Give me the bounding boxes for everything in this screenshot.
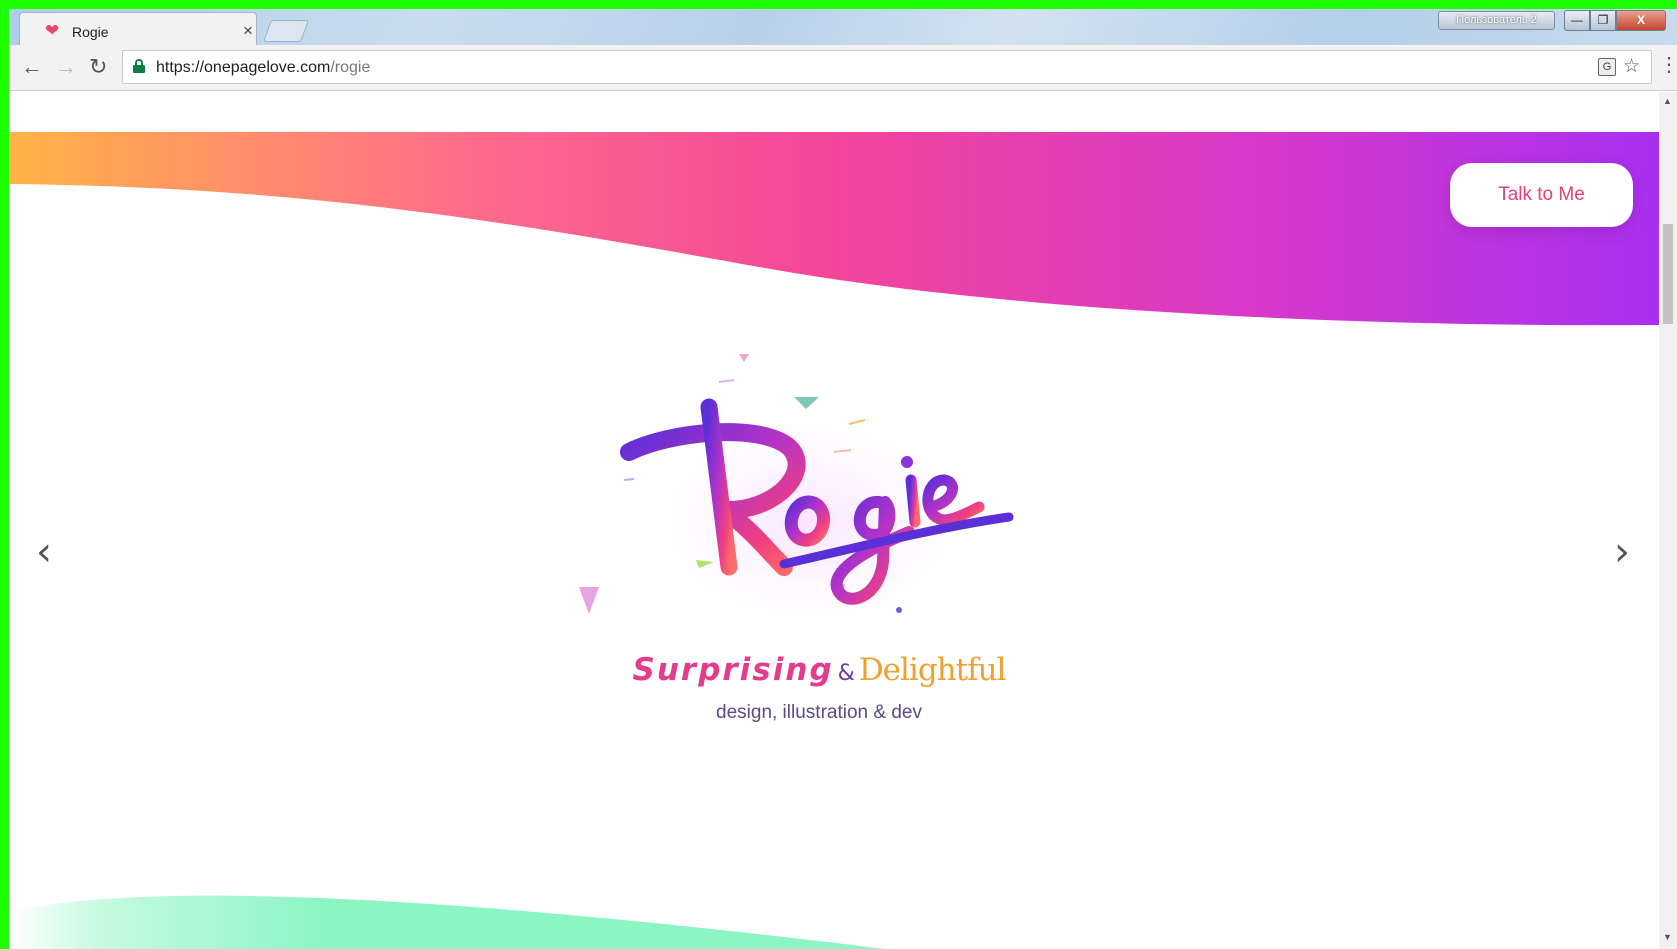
bottom-green-wave: [9, 895, 885, 949]
browser-window: ❤ Rogie × Пользователь 2 — ❐ X ← → ↻ htt…: [9, 9, 1677, 949]
tagline-ampersand: &: [837, 661, 855, 686]
reload-icon[interactable]: ↻: [89, 56, 107, 78]
scroll-up-arrow-icon[interactable]: ▲: [1663, 96, 1672, 106]
page-content: Talk to Me ‹ › Surprising & Delightful d…: [9, 92, 1659, 949]
translate-icon[interactable]: G: [1598, 58, 1616, 76]
page-scrollbar[interactable]: ▲ ▼: [1659, 92, 1677, 949]
address-bar[interactable]: https://onepagelove.com/rogie G ☆: [122, 50, 1652, 84]
lock-icon: [133, 59, 145, 73]
hero-gradient-wave: [9, 132, 1659, 326]
tab-title: Rogie: [72, 24, 109, 40]
browser-menu-icon[interactable]: ⋮: [1659, 55, 1677, 75]
rogie-logo: [579, 354, 1014, 652]
back-arrow-icon[interactable]: ←: [21, 56, 43, 78]
tagline-delightful: Delightful: [858, 652, 1007, 688]
tagline-surprising: Surprising: [632, 652, 834, 688]
url-host: https://onepagelove.com: [156, 59, 331, 76]
browser-tab[interactable]: ❤ Rogie ×: [19, 12, 257, 45]
url-text[interactable]: https://onepagelove.com/rogie: [156, 59, 370, 77]
heart-icon: ❤: [45, 21, 60, 40]
new-tab-button[interactable]: [262, 20, 310, 42]
subtitle: design, illustration & dev: [716, 702, 922, 723]
tab-close-icon[interactable]: ×: [243, 21, 253, 41]
rogie-logo-block: Surprising & Delightful design, illustrati…: [559, 352, 1079, 772]
forward-arrow-icon[interactable]: →: [55, 56, 77, 78]
title-bar: ❤ Rogie × Пользователь 2 — ❐ X: [9, 9, 1677, 45]
tagline: Surprising & Delightful: [559, 652, 1079, 688]
next-slide-arrow-icon[interactable]: ›: [1614, 532, 1630, 572]
bookmark-star-icon[interactable]: ☆: [1623, 55, 1640, 78]
profile-button[interactable]: Пользователь 2: [1438, 11, 1555, 30]
scroll-down-arrow-icon[interactable]: ▼: [1663, 932, 1672, 942]
minimize-button[interactable]: —: [1564, 10, 1590, 31]
scroll-thumb[interactable]: [1663, 224, 1673, 324]
maximize-button[interactable]: ❐: [1590, 10, 1616, 31]
url-path: /rogie: [330, 59, 371, 76]
talk-to-me-button[interactable]: Talk to Me: [1450, 163, 1633, 227]
prev-slide-arrow-icon[interactable]: ‹: [36, 532, 52, 572]
close-window-button[interactable]: X: [1616, 10, 1666, 31]
browser-toolbar: ← → ↻ https://onepagelove.com/rogie G ☆ …: [9, 45, 1677, 91]
